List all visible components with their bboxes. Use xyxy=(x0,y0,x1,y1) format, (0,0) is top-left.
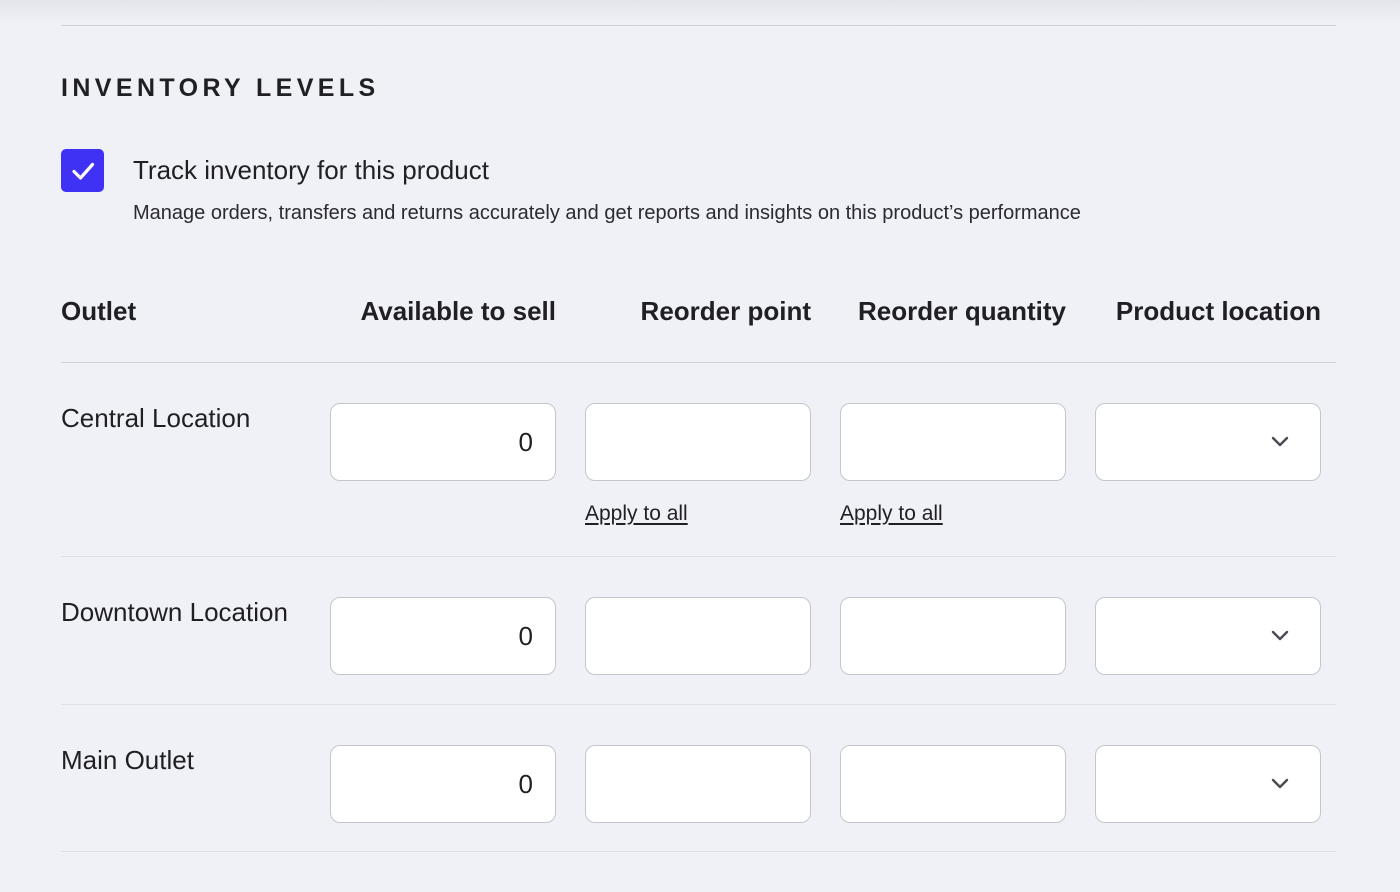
reorder-quantity-input[interactable] xyxy=(840,597,1066,675)
outlet-name: Central Location xyxy=(61,403,251,433)
header-reorder-quantity: Reorder quantity xyxy=(857,296,1066,326)
header-outlet: Outlet xyxy=(61,296,137,326)
header-divider xyxy=(61,362,1336,363)
chevron-down-icon xyxy=(1271,630,1289,641)
section-title: INVENTORY LEVELS xyxy=(61,74,380,102)
reorder-quantity-input[interactable] xyxy=(840,745,1066,823)
header-product-location: Product location xyxy=(1115,296,1321,326)
available-to-sell-input[interactable]: 0 xyxy=(330,597,556,675)
track-inventory-label[interactable]: Track inventory for this product xyxy=(133,155,489,186)
chevron-down-icon xyxy=(1271,778,1289,789)
reorder-point-apply-to-all-link[interactable]: Apply to all xyxy=(585,502,688,526)
section-divider xyxy=(61,25,1336,26)
product-location-select[interactable] xyxy=(1095,597,1321,675)
reorder-point-input[interactable] xyxy=(585,745,811,823)
chevron-down-icon xyxy=(1271,436,1289,447)
available-to-sell-input[interactable]: 0 xyxy=(330,403,556,481)
product-location-select[interactable] xyxy=(1095,403,1321,481)
check-icon xyxy=(71,162,94,180)
reorder-quantity-apply-to-all-link[interactable]: Apply to all xyxy=(840,502,943,526)
reorder-point-input[interactable] xyxy=(585,597,811,675)
available-to-sell-input[interactable]: 0 xyxy=(330,745,556,823)
row-divider xyxy=(61,851,1336,852)
row-divider xyxy=(61,704,1336,705)
reorder-quantity-input[interactable] xyxy=(840,403,1066,481)
header-available-to-sell: Available to sell xyxy=(360,296,556,326)
top-shadow xyxy=(0,0,1400,26)
outlet-name: Main Outlet xyxy=(61,745,194,775)
row-divider xyxy=(61,556,1336,557)
track-inventory-help: Manage orders, transfers and returns acc… xyxy=(133,202,1081,224)
product-location-select[interactable] xyxy=(1095,745,1321,823)
outlet-name: Downtown Location xyxy=(61,597,288,627)
track-inventory-checkbox[interactable] xyxy=(61,149,104,192)
reorder-point-input[interactable] xyxy=(585,403,811,481)
header-reorder-point: Reorder point xyxy=(640,296,811,326)
